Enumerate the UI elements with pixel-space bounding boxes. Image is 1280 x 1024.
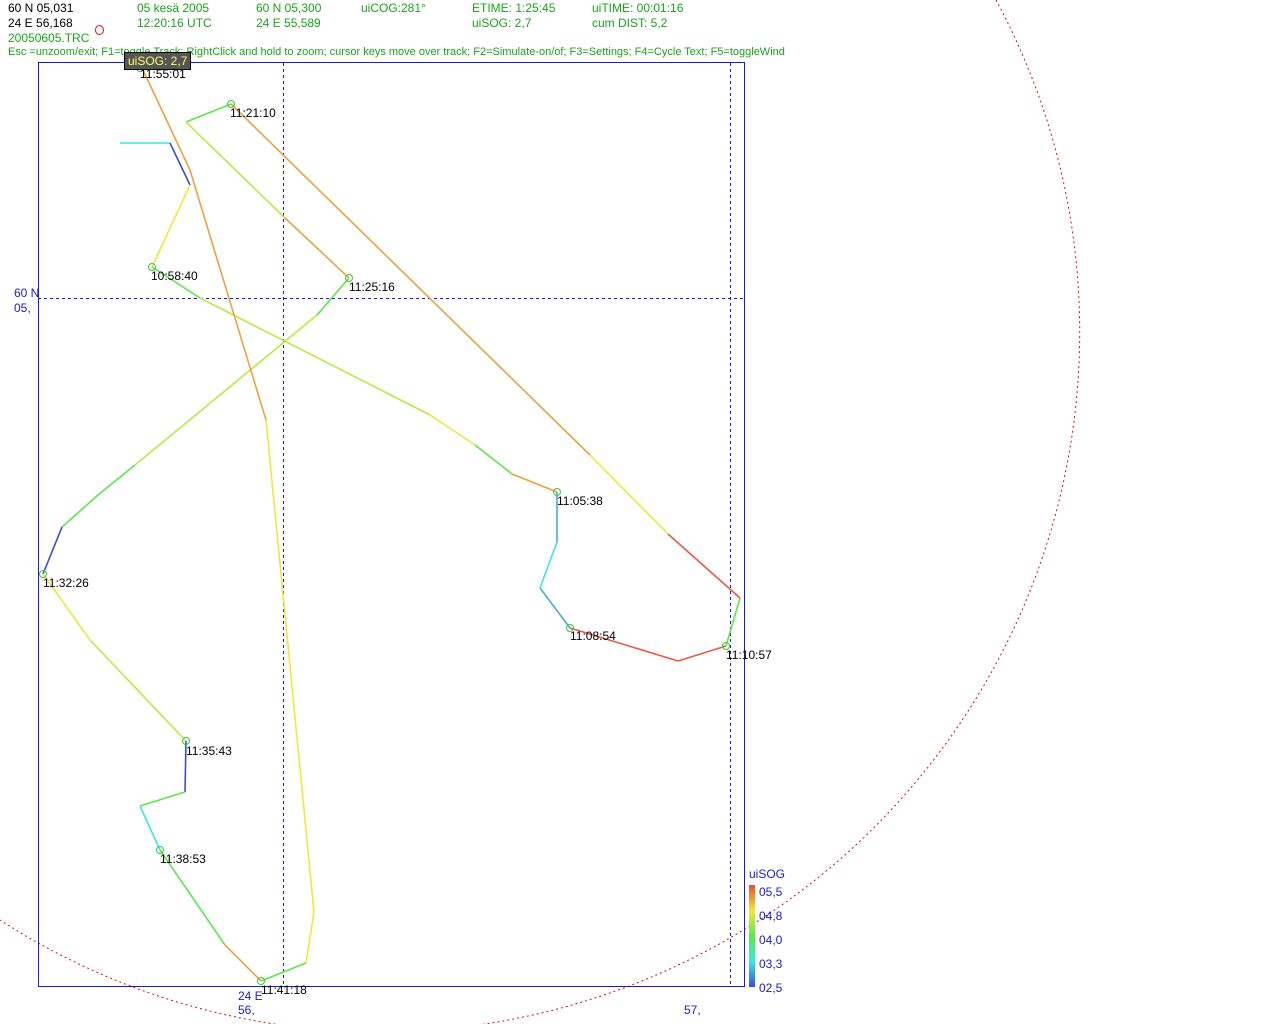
track-segment [265,419,315,913]
latitude-axis-minutes: 05, [14,301,31,315]
waypoint-label: 11:21:10 [230,106,276,120]
track-segment [42,526,63,575]
track-segment [539,541,558,589]
legend-label: 02,5 [759,981,783,995]
map-frame [38,62,745,987]
track-map[interactable] [0,0,1280,1024]
track-segment [61,494,99,528]
longitude-axis-minutes-right: 57, [684,1003,701,1017]
speed-legend-bar [749,885,755,987]
track-segment [185,103,232,123]
waypoint-label: 11:10:57 [726,648,772,662]
track-segment [139,805,161,851]
latitude-axis-label: 60 N [14,286,40,300]
legend-label: 03,3 [759,957,783,971]
waypoint-label: 11:08:54 [570,629,616,643]
waypoint-label: 11:35:43 [186,744,232,758]
track-segment [539,587,571,629]
waypoint-markers [39,64,730,985]
track-segment [134,314,318,466]
waypoint-label: 11:25:16 [349,280,395,294]
track-segment [89,639,187,742]
track-segment [230,103,591,456]
track-segment [316,277,350,316]
track-segment [677,645,727,662]
track-segment [429,414,476,446]
legend-gradient [749,885,755,987]
longitude-axis-minutes: 56, [238,1003,255,1017]
waypoint-label: 11:41:18 [261,983,307,997]
waypoint-label: 11:55:01 [140,67,186,81]
track-segment [725,597,741,647]
track-segment [142,69,191,171]
track-segment [151,184,191,268]
track-line [42,69,741,982]
waypoint-label: 11:38:53 [160,852,206,866]
legend-label: 04,0 [759,933,783,947]
track-segment [139,791,186,807]
waypoint-label: 11:32:26 [43,576,89,590]
legend-label: 04,8 [759,909,783,923]
track-segment [474,444,513,475]
waypoint-label: 11:05:38 [557,494,603,508]
range-circle [0,0,1081,1024]
track-segment [224,944,262,982]
longitude-axis-label: 24 E [238,989,263,1003]
track-segment [667,533,741,599]
track-segment [97,464,136,496]
legend-label: 05,5 [759,885,783,899]
legend-title: uiSOG [749,867,786,881]
waypoint-label: 10:58:40 [151,269,198,283]
track-segment [511,473,558,493]
track-segment [189,169,267,421]
track-segment [284,217,350,279]
track-segment [305,911,315,964]
